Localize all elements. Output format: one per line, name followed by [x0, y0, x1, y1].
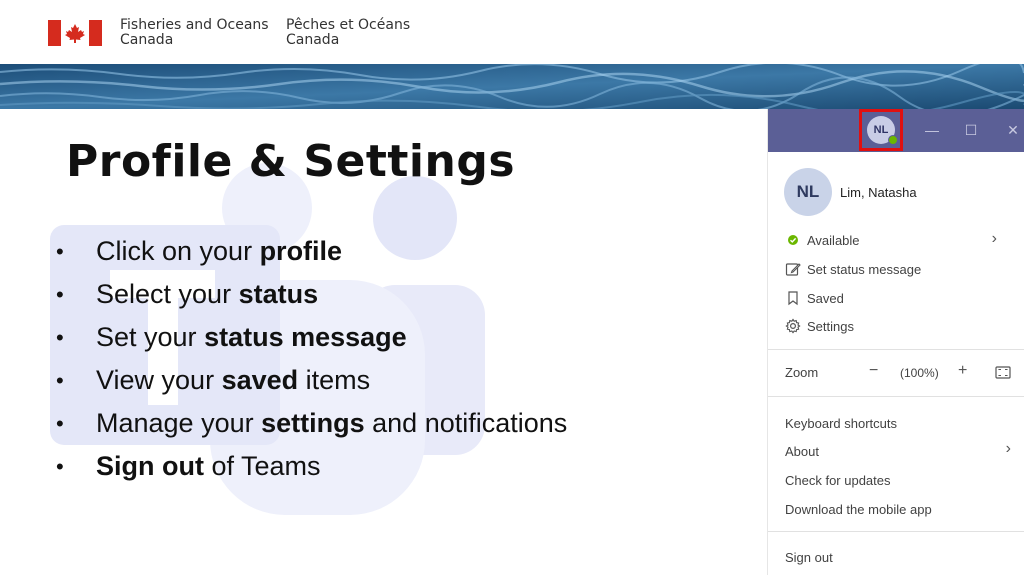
download-mobile-app-item[interactable]: Download the mobile app [785, 502, 932, 517]
bullet-icon: • [56, 239, 64, 264]
menu-divider [768, 531, 1024, 532]
close-button[interactable]: ✕ [1002, 120, 1024, 140]
bookmark-icon [788, 291, 798, 306]
gear-icon [785, 318, 801, 334]
bullet-icon: • [56, 368, 64, 393]
zoom-level: (100%) [900, 366, 939, 380]
zoom-out-button[interactable]: − [869, 362, 878, 380]
zoom-in-button[interactable]: + [958, 362, 967, 380]
teams-titlebar: NL — ☐ ✕ [768, 109, 1024, 152]
list-item: • Select your status [56, 273, 567, 316]
list-item: • View your saved items [56, 359, 567, 402]
edit-status-icon [785, 263, 801, 276]
bullet-icon: • [56, 282, 64, 307]
user-name: Lim, Natasha [840, 185, 917, 200]
available-presence-icon [788, 235, 798, 245]
settings-menu-item[interactable]: Settings [785, 317, 854, 337]
status-menu-item[interactable]: Available › [785, 230, 1011, 251]
bullet-icon: • [56, 325, 64, 350]
zoom-label: Zoom [785, 365, 819, 380]
check-for-updates-item[interactable]: Check for updates [785, 473, 891, 488]
site-header: Fisheries and Oceans Canada Pêches et Oc… [0, 0, 1024, 64]
teams-profile-menu: NL — ☐ ✕ NL Lim, Natasha Available › Set… [767, 109, 1024, 575]
profile-highlight-box [859, 109, 903, 151]
bullet-icon: • [56, 411, 64, 436]
sign-out-item[interactable]: Sign out [785, 550, 833, 565]
list-item: • Click on your profile [56, 230, 567, 273]
saved-menu-item[interactable]: Saved [785, 289, 844, 309]
water-banner [0, 64, 1024, 109]
maximize-button[interactable]: ☐ [960, 120, 982, 140]
list-item: • Sign out of Teams [56, 445, 567, 488]
fit-to-window-icon[interactable] [995, 366, 1011, 379]
bullet-list: • Click on your profile • Select your stat… [56, 230, 567, 488]
set-status-message-item[interactable]: Set status message [785, 260, 921, 280]
canada-flag-icon [48, 20, 102, 46]
slide-title: Profile & Settings [66, 136, 516, 187]
keyboard-shortcuts-item[interactable]: Keyboard shortcuts [785, 416, 897, 431]
list-item: • Manage your settings and notifications [56, 402, 567, 445]
minimize-button[interactable]: — [921, 120, 943, 140]
menu-divider [768, 349, 1024, 350]
org-name-french: Pêches et Océans Canada [286, 17, 411, 48]
org-name-english: Fisheries and Oceans Canada [120, 17, 269, 48]
list-item: • Set your status message [56, 316, 567, 359]
about-menu-item[interactable]: About › [785, 440, 1011, 459]
bullet-icon: • [56, 454, 64, 479]
profile-avatar[interactable]: NL [784, 168, 832, 216]
menu-divider [768, 396, 1024, 397]
chevron-right-icon: › [1005, 440, 1011, 457]
chevron-right-icon: › [991, 230, 997, 247]
